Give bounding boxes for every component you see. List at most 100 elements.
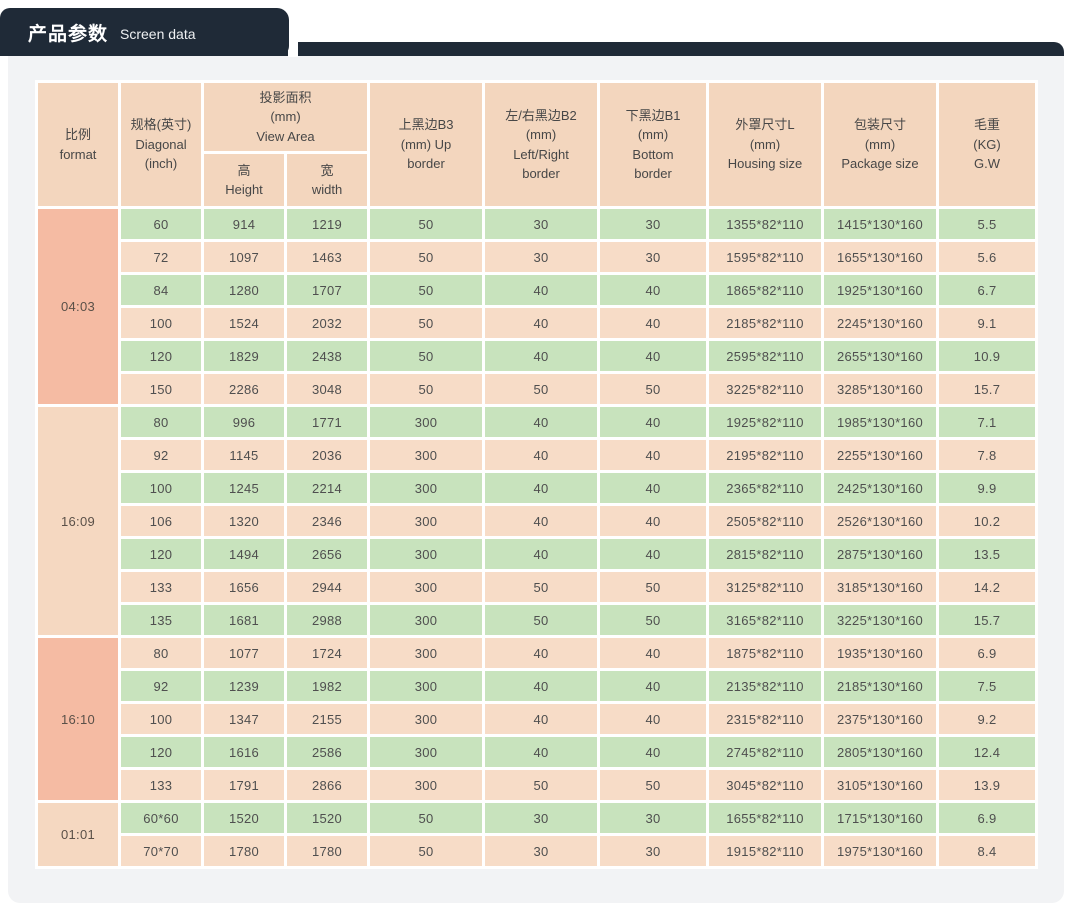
cell-up-border: 300 <box>370 737 483 767</box>
table-row: 100 1524 2032 50 40 40 2185*82*110 2245*130*160… <box>38 308 1036 338</box>
cell-height: 1077 <box>204 638 284 668</box>
cell-height: 1280 <box>204 275 284 305</box>
header-housing-size: 外罩尺寸L (mm) Housing size <box>709 83 822 206</box>
cell-height: 1494 <box>204 539 284 569</box>
cell-diagonal: 150 <box>121 374 201 404</box>
cell-housing-size: 1655*82*110 <box>709 803 822 833</box>
cell-diagonal: 72 <box>121 242 201 272</box>
cell-left-right-border: 50 <box>485 572 598 602</box>
cell-housing-size: 3165*82*110 <box>709 605 822 635</box>
cell-left-right-border: 30 <box>485 242 598 272</box>
cell-diagonal: 60 <box>121 209 201 239</box>
cell-package-size: 2655*130*160 <box>824 341 937 371</box>
cell-diagonal: 135 <box>121 605 201 635</box>
cell-housing-size: 2745*82*110 <box>709 737 822 767</box>
header-diagonal: 规格(英寸) Diagonal (inch) <box>121 83 201 206</box>
cell-up-border: 300 <box>370 407 483 437</box>
cell-housing-size: 1875*82*110 <box>709 638 822 668</box>
cell-left-right-border: 50 <box>485 770 598 800</box>
cell-up-border: 50 <box>370 209 483 239</box>
table-row: 01:01 60*60 1520 1520 50 30 30 1655*82*110 1715*… <box>38 803 1036 866</box>
cell-width: 2656 <box>287 539 368 569</box>
cell-housing-size: 2195*82*110 <box>709 440 822 470</box>
table-row: 04:03 60 914 1219 50 30 30 1355*82*110 1415*130*… <box>38 209 1036 404</box>
tab-notch <box>288 41 298 57</box>
table-row: 70*70 1780 1780 50 30 30 1915*82*110 1975*130*1… <box>38 836 1036 866</box>
cell-height: 1347 <box>204 704 284 734</box>
cell-package-size: 2526*130*160 <box>824 506 937 536</box>
cell-diagonal: 80 <box>121 407 201 437</box>
cell-bottom-border: 40 <box>600 737 707 767</box>
cell-housing-size: 2185*82*110 <box>709 308 822 338</box>
header-width: 宽 width <box>287 154 368 206</box>
format-group-cell: 01:01 <box>38 803 118 866</box>
cell-gross-weight: 13.5 <box>939 539 1036 569</box>
header-height: 高 Height <box>204 154 284 206</box>
cell-gross-weight: 12.4 <box>939 737 1036 767</box>
cell-up-border: 50 <box>370 341 483 371</box>
cell-width: 2438 <box>287 341 368 371</box>
page-title-en: Screen data <box>120 25 196 42</box>
cell-package-size: 1975*130*160 <box>824 836 937 866</box>
cell-left-right-border: 40 <box>485 308 598 338</box>
cell-diagonal: 120 <box>121 341 201 371</box>
cell-left-right-border: 40 <box>485 671 598 701</box>
cell-diagonal: 80 <box>121 638 201 668</box>
cell-width: 2155 <box>287 704 368 734</box>
cell-width: 2032 <box>287 308 368 338</box>
cell-housing-size: 2365*82*110 <box>709 473 822 503</box>
cell-bottom-border: 40 <box>600 473 707 503</box>
cell-housing-size: 2815*82*110 <box>709 539 822 569</box>
cell-up-border: 300 <box>370 473 483 503</box>
cell-height: 2286 <box>204 374 284 404</box>
cell-left-right-border: 30 <box>485 836 598 866</box>
cell-left-right-border: 40 <box>485 440 598 470</box>
table-row: 92 1145 2036 300 40 40 2195*82*110 2255*130*160… <box>38 440 1036 470</box>
cell-left-right-border: 30 <box>485 209 598 239</box>
cell-gross-weight: 7.1 <box>939 407 1036 437</box>
cell-bottom-border: 40 <box>600 275 707 305</box>
cell-diagonal: 133 <box>121 770 201 800</box>
cell-housing-size: 2135*82*110 <box>709 671 822 701</box>
cell-diagonal: 133 <box>121 572 201 602</box>
table-row: 16:09 80 996 1771 300 40 40 1925*82*110 1985*130… <box>38 407 1036 635</box>
table-row: 133 1656 2944 300 50 50 3125*82*110 3185*130*16… <box>38 572 1036 602</box>
cell-width: 2866 <box>287 770 368 800</box>
cell-height: 1245 <box>204 473 284 503</box>
cell-bottom-border: 40 <box>600 341 707 371</box>
cell-gross-weight: 8.4 <box>939 836 1036 866</box>
cell-diagonal: 120 <box>121 539 201 569</box>
cell-package-size: 2425*130*160 <box>824 473 937 503</box>
cell-housing-size: 1355*82*110 <box>709 209 822 239</box>
cell-package-size: 2185*130*160 <box>824 671 937 701</box>
table-row: 120 1494 2656 300 40 40 2815*82*110 2875*130*16… <box>38 539 1036 569</box>
cell-bottom-border: 40 <box>600 539 707 569</box>
cell-left-right-border: 50 <box>485 605 598 635</box>
cell-package-size: 1985*130*160 <box>824 407 937 437</box>
cell-width: 1707 <box>287 275 368 305</box>
cell-gross-weight: 6.7 <box>939 275 1036 305</box>
cell-bottom-border: 50 <box>600 572 707 602</box>
cell-housing-size: 1865*82*110 <box>709 275 822 305</box>
cell-left-right-border: 40 <box>485 473 598 503</box>
header-view-area: 投影面积 (mm) View Area <box>204 83 368 151</box>
cell-bottom-border: 30 <box>600 209 707 239</box>
cell-diagonal: 120 <box>121 737 201 767</box>
cell-left-right-border: 40 <box>485 341 598 371</box>
table-row: 120 1829 2438 50 40 40 2595*82*110 2655*130*160… <box>38 341 1036 371</box>
cell-gross-weight: 15.7 <box>939 374 1036 404</box>
header-gross-weight: 毛重 (KG) G.W <box>939 83 1036 206</box>
cell-diagonal: 100 <box>121 704 201 734</box>
cell-bottom-border: 40 <box>600 407 707 437</box>
cell-package-size: 2245*130*160 <box>824 308 937 338</box>
cell-package-size: 1935*130*160 <box>824 638 937 668</box>
cell-housing-size: 2505*82*110 <box>709 506 822 536</box>
cell-up-border: 50 <box>370 836 483 866</box>
cell-gross-weight: 7.8 <box>939 440 1036 470</box>
cell-height: 1829 <box>204 341 284 371</box>
cell-up-border: 300 <box>370 539 483 569</box>
cell-diagonal: 60*60 <box>121 803 201 833</box>
cell-up-border: 50 <box>370 803 483 833</box>
cell-up-border: 300 <box>370 671 483 701</box>
cell-bottom-border: 30 <box>600 836 707 866</box>
